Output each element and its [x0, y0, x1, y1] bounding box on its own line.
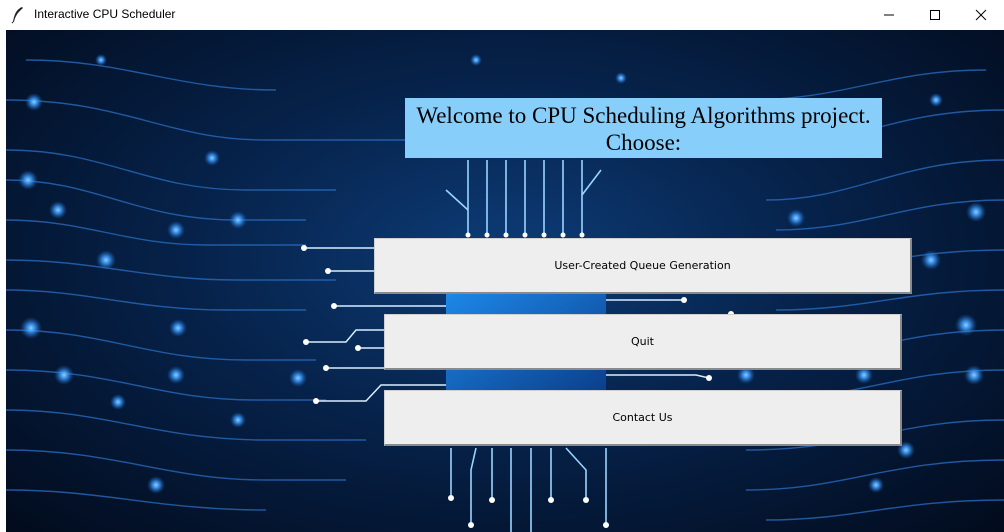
- window-title: Interactive CPU Scheduler: [34, 7, 176, 21]
- user-created-queue-button[interactable]: User-Created Queue Generation: [374, 238, 912, 294]
- maximize-icon: [930, 10, 940, 20]
- maximize-button[interactable]: [912, 0, 958, 30]
- main-canvas: Welcome to CPU Scheduling Algorithms pro…: [6, 30, 1004, 532]
- close-icon: [975, 9, 987, 21]
- title-bar[interactable]: Interactive CPU Scheduler: [0, 0, 1004, 30]
- minimize-button[interactable]: [866, 0, 912, 30]
- quit-button[interactable]: Quit: [384, 314, 902, 370]
- welcome-label: Welcome to CPU Scheduling Algorithms pro…: [405, 98, 882, 158]
- close-button[interactable]: [958, 0, 1004, 30]
- contact-us-button[interactable]: Contact Us: [384, 390, 902, 446]
- minimize-icon: [884, 14, 894, 16]
- feather-icon: [11, 6, 25, 24]
- app-window: Interactive CPU Scheduler Welcome to CPU…: [0, 0, 1004, 532]
